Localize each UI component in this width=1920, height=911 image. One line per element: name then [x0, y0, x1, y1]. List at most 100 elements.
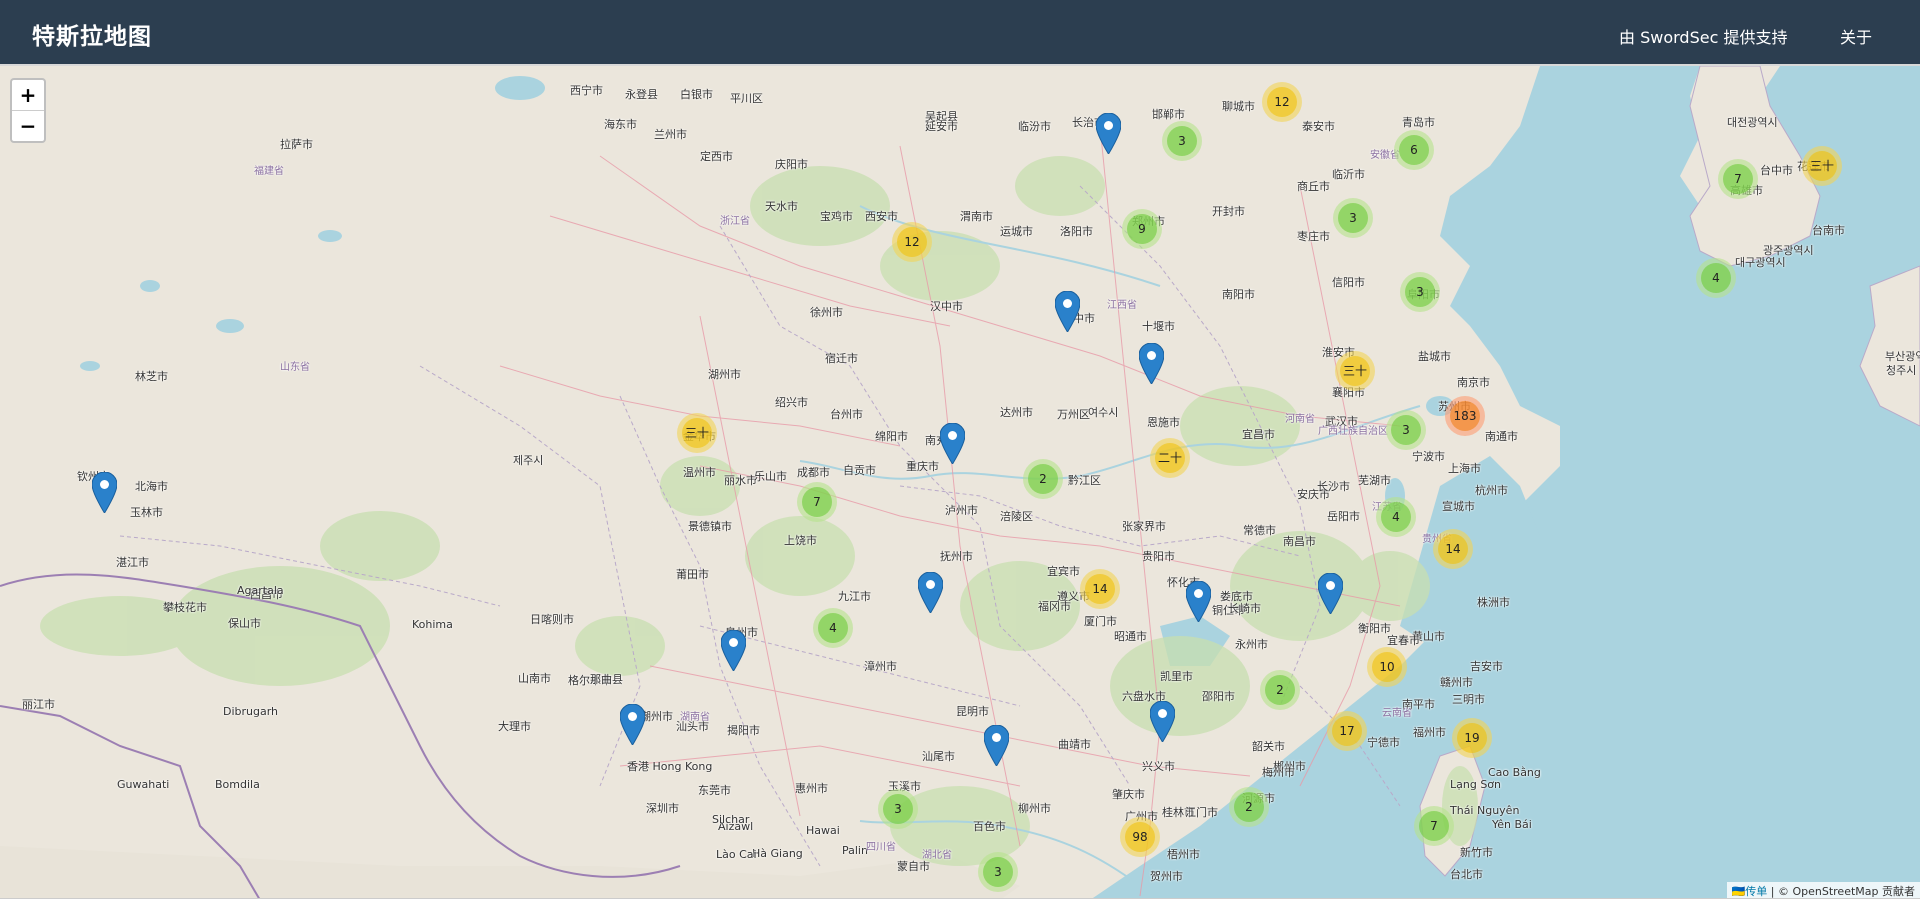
marker-cluster[interactable]: 19	[1452, 718, 1492, 758]
place-label: 自贡市	[843, 464, 876, 477]
marker-cluster[interactable]: 三十	[1802, 146, 1842, 186]
marker-cluster[interactable]: 2	[1023, 459, 1063, 499]
marker-cluster[interactable]: 4	[813, 608, 853, 648]
cluster-count: 3	[1338, 203, 1368, 233]
place-label: Kohima	[412, 618, 453, 631]
cluster-count: 3	[1391, 415, 1421, 445]
cluster-count: 三十	[1340, 356, 1370, 386]
cluster-count: 7	[1419, 811, 1449, 841]
place-label: 丽水市	[724, 474, 757, 487]
location-marker-icon[interactable]	[721, 630, 746, 671]
place-label: 洛阳市	[1060, 225, 1093, 238]
place-label: 南通市	[1485, 430, 1518, 443]
marker-cluster[interactable]: 3	[1162, 121, 1202, 161]
marker-cluster[interactable]: 3	[1333, 198, 1373, 238]
place-label: 宜春市	[1387, 634, 1420, 647]
marker-cluster[interactable]: 10	[1367, 647, 1407, 687]
cluster-count: 14	[1438, 534, 1468, 564]
marker-cluster[interactable]: 三十	[1335, 351, 1375, 391]
place-label: 达州市	[1000, 406, 1033, 419]
place-label: Yên Bái	[1492, 818, 1532, 831]
place-label: 西安市	[865, 210, 898, 223]
location-marker-icon[interactable]	[1150, 701, 1175, 742]
place-label: 厦门市	[1084, 615, 1117, 628]
marker-cluster[interactable]: 二十	[1150, 438, 1190, 478]
site-title[interactable]: 特斯拉地图	[32, 17, 152, 51]
support-link[interactable]: 由 SwordSec 提供支持	[1619, 24, 1787, 48]
place-label: 广西壮族自治区	[1318, 426, 1388, 437]
location-marker-icon[interactable]	[620, 704, 645, 745]
cluster-count: 6	[1399, 135, 1429, 165]
location-marker-icon[interactable]	[918, 572, 943, 613]
place-label: Bomdila	[215, 778, 260, 791]
marker-cluster[interactable]: 4	[1696, 258, 1736, 298]
marker-cluster[interactable]: 6	[1394, 130, 1434, 170]
location-marker-icon[interactable]	[984, 725, 1009, 766]
cluster-count: 3	[1405, 277, 1435, 307]
place-label: 黔江区	[1068, 474, 1101, 487]
attribution-text: | © OpenStreetMap 贡献者	[1767, 885, 1915, 898]
place-label: 宁波市	[1412, 450, 1445, 463]
cluster-count: 3	[883, 794, 913, 824]
location-marker-icon[interactable]	[92, 472, 117, 513]
place-label: 宣城市	[1442, 500, 1475, 513]
place-label: 临汾市	[1018, 120, 1051, 133]
place-label: 宿迁市	[825, 352, 858, 365]
place-label: 林芝市	[135, 370, 168, 383]
place-label: 香港 Hong Kong	[627, 760, 713, 773]
location-marker-icon[interactable]	[940, 423, 965, 464]
place-label: 杭州市	[1475, 484, 1508, 497]
place-label: 玉林市	[130, 506, 163, 519]
marker-cluster[interactable]: 9	[1122, 209, 1162, 249]
cluster-count: 4	[1701, 263, 1731, 293]
marker-cluster[interactable]: 7	[1414, 806, 1454, 846]
place-label: 岳阳市	[1327, 510, 1360, 523]
marker-cluster[interactable]: 2	[1260, 670, 1300, 710]
marker-cluster[interactable]: 3	[1400, 272, 1440, 312]
place-label: 江西省	[1107, 300, 1137, 311]
leaflet-link[interactable]: 🇺🇦传单	[1732, 885, 1768, 898]
place-label: 九江市	[838, 590, 871, 603]
map-container[interactable]: + − 西宁市 永登县 白银市 平川区 吴起县 延安市 临汾市 长治市 邯郸市 聊城市 泰安市 青岛市…	[0, 64, 1920, 900]
location-marker-icon[interactable]	[1186, 581, 1211, 622]
location-marker-icon[interactable]	[1318, 573, 1343, 614]
marker-cluster[interactable]: 14	[1433, 529, 1473, 569]
marker-cluster[interactable]: 三十	[677, 413, 717, 453]
cluster-count: 2	[1265, 675, 1295, 705]
marker-cluster[interactable]: 14	[1080, 569, 1120, 609]
marker-cluster[interactable]: 183	[1445, 396, 1485, 436]
place-label: 昭通市	[1114, 630, 1147, 643]
cluster-count: 3	[983, 857, 1013, 887]
marker-cluster[interactable]: 2	[1229, 787, 1269, 827]
marker-cluster[interactable]: 98	[1120, 817, 1160, 857]
place-label: 运城市	[1000, 225, 1033, 238]
location-marker-icon[interactable]	[1139, 343, 1164, 384]
zoom-in-button[interactable]: +	[12, 80, 44, 111]
place-label: 丽江市	[22, 698, 55, 711]
marker-cluster[interactable]: 3	[878, 789, 918, 829]
place-label: 宁德市	[1367, 736, 1400, 749]
marker-cluster[interactable]: 12	[1262, 82, 1302, 122]
place-label: 梅州市	[1262, 766, 1295, 779]
place-label: 吉安市	[1470, 660, 1503, 673]
place-label: 曲靖市	[1058, 738, 1091, 751]
place-label: 上饶市	[784, 534, 817, 547]
location-marker-icon[interactable]	[1096, 113, 1121, 154]
map-basemap	[0, 66, 1920, 900]
cluster-count: 2	[1028, 464, 1058, 494]
marker-cluster[interactable]: 3	[978, 852, 1018, 892]
place-label: 韶关市	[1252, 740, 1285, 753]
place-label: 海东市	[604, 118, 637, 131]
marker-cluster[interactable]: 7	[1718, 159, 1758, 199]
place-label: 四川省	[866, 842, 896, 853]
marker-cluster[interactable]: 17	[1327, 711, 1367, 751]
zoom-out-button[interactable]: −	[12, 111, 44, 141]
place-label: 台中市	[1760, 164, 1793, 177]
location-marker-icon[interactable]	[1055, 291, 1080, 332]
about-link[interactable]: 关于	[1840, 24, 1872, 48]
marker-cluster[interactable]: 4	[1376, 497, 1416, 537]
marker-cluster[interactable]: 3	[1386, 410, 1426, 450]
marker-cluster[interactable]: 7	[797, 482, 837, 522]
place-label: 芜湖市	[1358, 474, 1391, 487]
marker-cluster[interactable]: 12	[892, 222, 932, 262]
